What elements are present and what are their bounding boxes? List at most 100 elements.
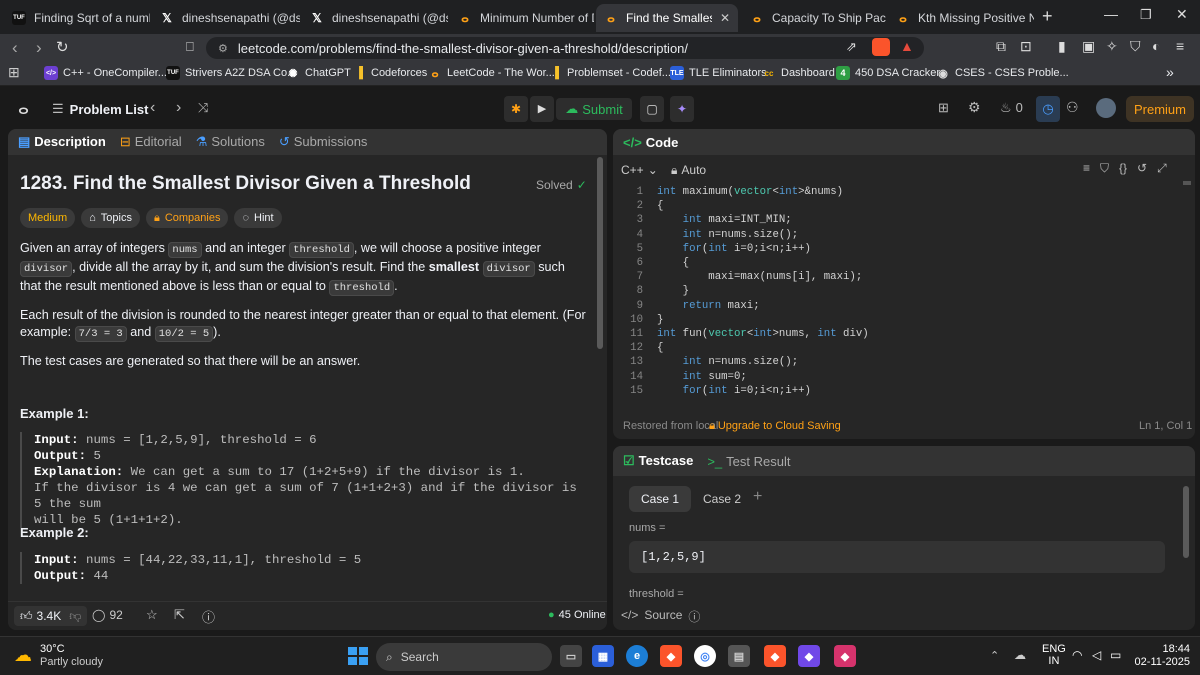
apps-icon[interactable]: ⊞ (8, 64, 20, 81)
tab-description[interactable]: ▤ Description (18, 134, 106, 150)
windows-start-icon[interactable] (348, 647, 368, 665)
onedrive-icon[interactable]: ☁ (1014, 648, 1026, 662)
topics-pill[interactable]: ⌂ Topics (81, 208, 140, 228)
back-icon[interactable]: ‹ (12, 38, 18, 58)
volume-icon[interactable]: ◁ (1092, 648, 1101, 662)
expand-icon[interactable]: ⤢ (1157, 161, 1167, 176)
close-tab-icon[interactable]: ✕ (720, 11, 730, 25)
bookmark-item[interactable]: </> C++ - OneCompiler... (44, 66, 167, 80)
minimize-icon[interactable]: — (1104, 6, 1118, 22)
shuffle-icon[interactable]: ⤨ (198, 100, 208, 116)
browser-tab[interactable]: ⴰ Minimum Number of Days (450, 4, 594, 32)
brave-icon[interactable]: ◆ (660, 645, 682, 667)
brave-shields-icon[interactable] (872, 38, 890, 56)
address-bar[interactable]: ⚙ leetcode.com/problems/find-the-smalles… (206, 37, 924, 59)
premium-button[interactable]: Premium (1126, 96, 1194, 122)
chrome-icon[interactable]: ◎ (694, 645, 716, 667)
profile-icon[interactable]: ◐ (1152, 38, 1160, 54)
wifi-icon[interactable]: ◠ (1072, 648, 1082, 662)
browser-tab[interactable]: 𝕏 dineshsenapathi (@dsenap (152, 4, 300, 32)
browser-tab-active[interactable]: ⴰ Find the Smallest Divis ✕ (596, 4, 738, 32)
bookmark-item[interactable]: ◉ CSES - CSES Proble... (936, 66, 1069, 80)
nums-input[interactable]: [1,2,5,9] (629, 541, 1165, 573)
case-2-tab[interactable]: Case 2 (693, 486, 751, 512)
leetcode-logo-icon[interactable]: ⴰ (18, 99, 29, 119)
companies-pill[interactable]: 🔒︎ Companies (145, 208, 229, 228)
brave-rewards-icon[interactable]: ▲ (900, 38, 914, 54)
settings-icon[interactable]: ⚙ (968, 99, 981, 116)
extensions-icon[interactable]: ⧉ (996, 38, 1006, 55)
edge-icon[interactable]: e (626, 645, 648, 667)
bookmark-icon[interactable]: ⎕ (186, 39, 194, 55)
layout-icon[interactable]: ⊞ (938, 100, 949, 116)
new-tab-icon[interactable]: + (1042, 6, 1053, 27)
submit-button[interactable]: ☁ Submit (556, 98, 632, 120)
timer-icon[interactable]: ◷ (1036, 96, 1060, 122)
tab-editorial[interactable]: ⊟ Editorial (120, 134, 182, 150)
format-icon[interactable]: ≡ (1083, 161, 1090, 176)
share-icon[interactable]: ⇱ (174, 607, 185, 623)
bookmark-icon[interactable]: ⛉ (1100, 161, 1109, 176)
app-icon[interactable]: ▤ (728, 645, 750, 667)
browser-tab[interactable]: ⴰ Capacity To Ship Packages (742, 4, 886, 32)
task-view-icon[interactable]: ▭ (560, 645, 582, 667)
prev-problem-icon[interactable]: ‹ (150, 99, 155, 117)
vpn-icon[interactable]: ⛉ (1130, 38, 1141, 55)
brave-profile-icon[interactable]: ◆ (834, 645, 856, 667)
reset-icon[interactable]: ↺ (1137, 161, 1147, 176)
braces-icon[interactable]: {} (1119, 161, 1127, 176)
brave-icon[interactable]: ◆ (764, 645, 786, 667)
add-friend-icon[interactable]: ⚇ (1066, 99, 1079, 116)
add-case-icon[interactable]: + (753, 488, 762, 506)
bookmark-item[interactable]: ▐ Codeforces (352, 66, 427, 80)
menu-icon[interactable]: ≡ (1176, 38, 1184, 54)
bookmark-item[interactable]: ✺ ChatGPT (286, 66, 350, 80)
help-icon[interactable]: ⓘ (202, 607, 215, 626)
problem-list-button[interactable]: ☰ Problem List (52, 101, 148, 117)
screenshot-icon[interactable]: ⊡ (1020, 38, 1032, 55)
restore-icon[interactable]: ❐ (1140, 7, 1152, 23)
window-close-icon[interactable]: ✕ (1176, 6, 1188, 23)
source-link[interactable]: </> Source ⓘ (621, 608, 700, 625)
tab-solutions[interactable]: ⚗ Solutions (196, 134, 265, 150)
ai-sparkle-icon[interactable]: ✦ (670, 96, 694, 122)
notes-icon[interactable]: ▢ (640, 96, 664, 122)
bookmark-item[interactable]: 4 450 DSA Cracker (836, 66, 940, 80)
like-button[interactable]: 👍︎ 3.4K 👎︎ (14, 606, 88, 626)
tab-testcase[interactable]: ☑ Testcase (623, 453, 693, 469)
editor-scrollbar[interactable] (1183, 181, 1191, 185)
next-problem-icon[interactable]: › (176, 99, 181, 117)
debug-icon[interactable]: ✱ (504, 96, 528, 122)
browser-tab[interactable]: ⴰ Kth Missing Positive Numb (888, 4, 1034, 32)
avatar[interactable] (1096, 98, 1116, 118)
auto-mode[interactable]: 🔒︎ Auto (671, 163, 706, 178)
thumbs-down-icon[interactable]: 👎︎ (69, 609, 81, 624)
tray-expand-icon[interactable]: ⌃ (990, 649, 999, 662)
bookmark-item[interactable]: cc Dashboard (762, 66, 835, 80)
bookmark-item[interactable]: ⴰ LeetCode - The Wor... (428, 66, 554, 80)
browser-tab[interactable]: TUF Finding Sqrt of a number u (4, 4, 150, 32)
tab-submissions[interactable]: ↺ Submissions (279, 134, 368, 150)
more-bookmarks-icon[interactable]: » (1166, 64, 1174, 80)
wallet-icon[interactable]: ▣ (1082, 38, 1095, 55)
tab-test-result[interactable]: >_ Test Result (707, 454, 790, 469)
bookmark-item[interactable]: TUF Strivers A2Z DSA Co... (166, 66, 296, 80)
language-select[interactable]: C++ ⌄ (621, 163, 658, 177)
clock[interactable]: 18:44 (1142, 643, 1190, 655)
run-icon[interactable]: ▶ (530, 96, 554, 122)
reload-icon[interactable]: ↻ (56, 38, 69, 56)
bookmark-item[interactable]: ▐ Problemset - Codef... (548, 66, 671, 80)
weather-icon[interactable]: ☁ (14, 645, 32, 666)
hint-pill[interactable]: ◌ Hint (234, 208, 282, 228)
leo-icon[interactable]: ✧ (1106, 38, 1118, 55)
taskbar-search[interactable]: ⌕ Search (376, 643, 552, 671)
bookmark-item[interactable]: TLE TLE Eliminators (670, 66, 767, 80)
sidebar-icon[interactable]: ▮ (1058, 38, 1066, 55)
battery-icon[interactable]: ▭ (1110, 648, 1121, 662)
comments-button[interactable]: ◯ 92 (92, 608, 123, 622)
scrollbar[interactable] (597, 157, 603, 349)
browser-tab[interactable]: 𝕏 dineshsenapathi (@dsenap (302, 4, 448, 32)
store-icon[interactable]: ▦ (592, 645, 614, 667)
case-1-tab[interactable]: Case 1 (629, 486, 692, 512)
share-icon[interactable]: ⇗ (846, 39, 857, 55)
